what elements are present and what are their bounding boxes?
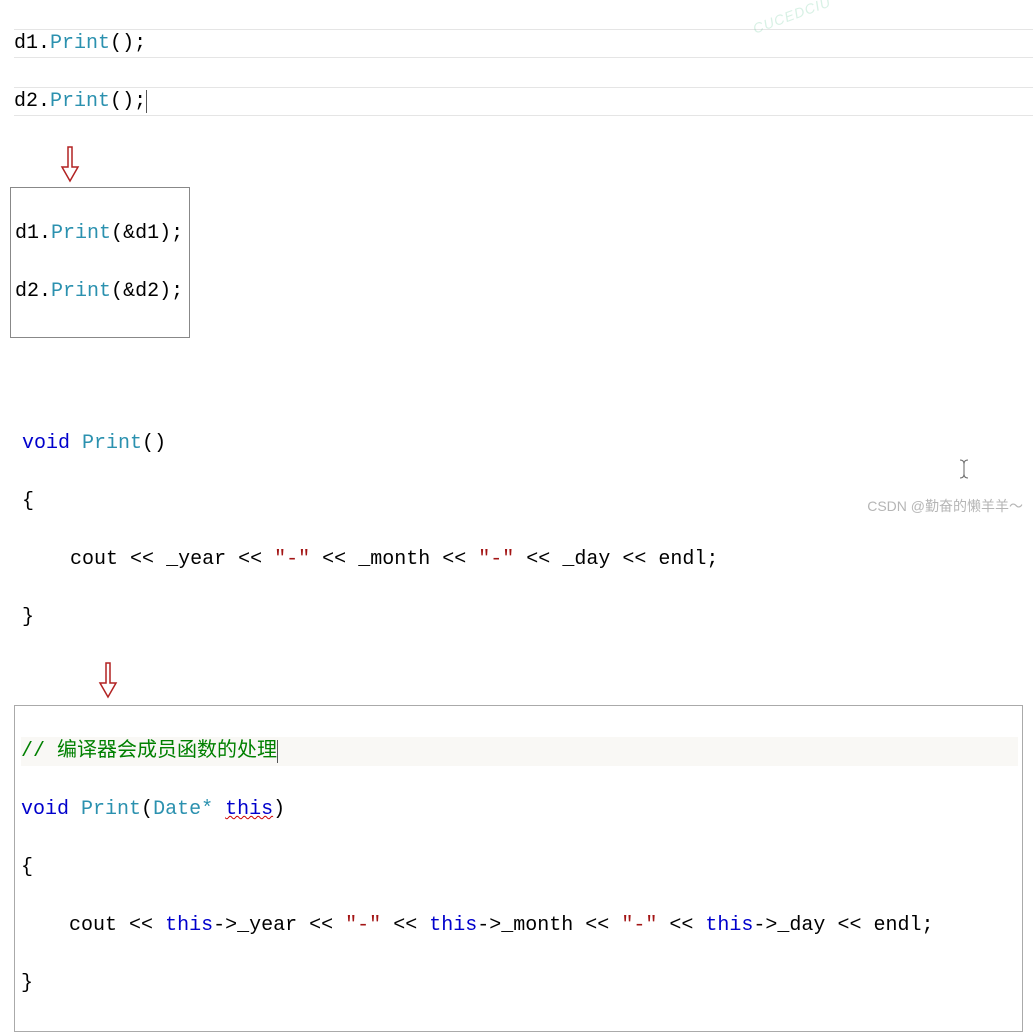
code-line: void Print(Date* this)	[21, 795, 1018, 824]
code-line: d2.Print();	[14, 87, 1033, 116]
code-line: {	[21, 853, 1018, 882]
arrow-down-icon	[56, 145, 1033, 183]
code-line: void Print()	[22, 429, 1033, 458]
code-line: // 编译器会成员函数的处理	[21, 737, 1018, 766]
code-line: }	[21, 969, 1018, 998]
arrow-down-icon	[94, 661, 1033, 699]
code-line: cout << this->_year << "-" << this->_mon…	[21, 911, 1018, 940]
code-block-func-expanded: // 编译器会成员函数的处理 void Print(Date* this) { …	[14, 705, 1023, 1032]
watermark-bottom: CSDN @勤奋的懒羊羊～	[867, 496, 1023, 516]
code-line: }	[22, 603, 1033, 632]
code-line: d1.Print();	[14, 29, 1033, 58]
code-block-call-expanded: d1.Print(&d1); d2.Print(&d2);	[10, 187, 190, 338]
code-line: cout << _year << "-" << _month << "-" <<…	[22, 545, 1033, 574]
code-line: d1.Print(&d1);	[15, 219, 183, 248]
code-line: d2.Print(&d2);	[15, 277, 183, 306]
code-block-func-original: void Print() { cout << _year << "-" << _…	[0, 400, 1033, 661]
code-block-call-original: d1.Print(); d2.Print();	[0, 0, 1033, 145]
